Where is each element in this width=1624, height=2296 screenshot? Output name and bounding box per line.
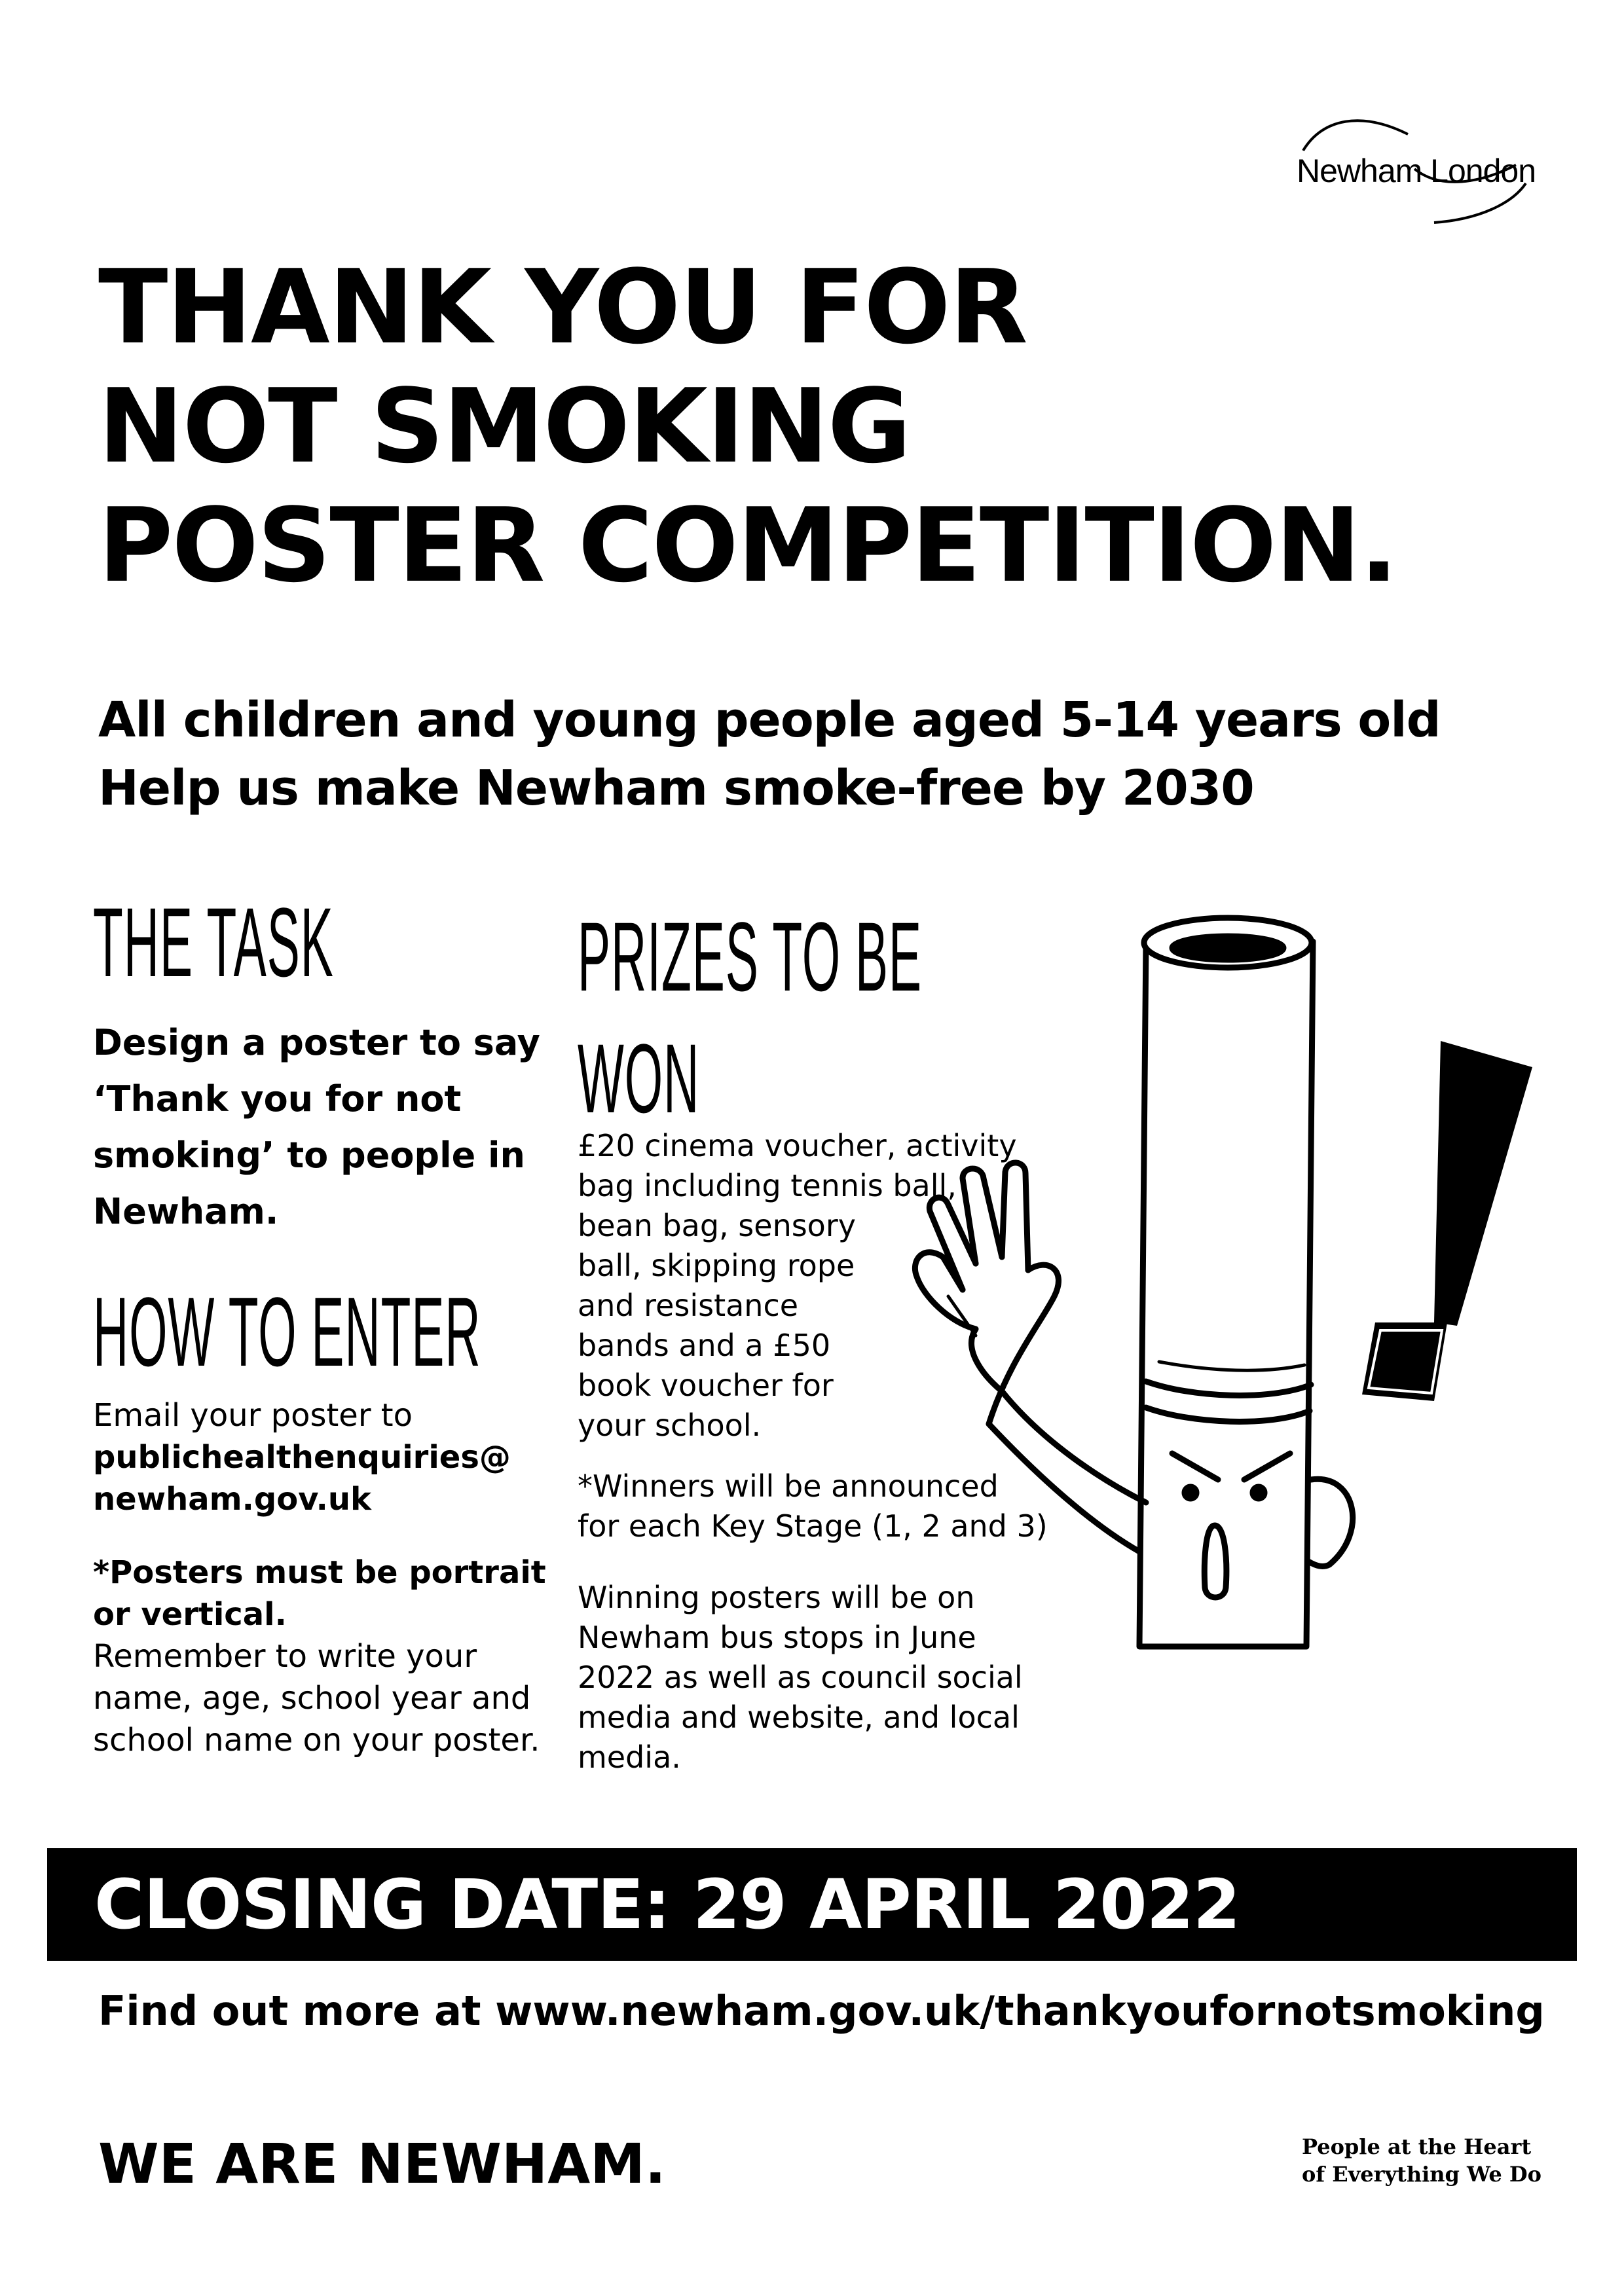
title-line: NOT SMOKING	[98, 367, 912, 486]
subtitle: All children and young people aged 5-14 …	[98, 686, 1441, 822]
how-to-enter-heading: HOW TO ENTER	[93, 1277, 481, 1387]
task-heading: THE TASK	[93, 887, 334, 997]
subtitle-line: All children and young people aged 5-14 …	[98, 692, 1441, 748]
tagline-line: People at the Heart	[1302, 2134, 1532, 2159]
entry-note: *Posters must be portrait or vertical. R…	[93, 1552, 551, 1761]
find-out-more-text: Find out more at www.newham.gov.uk/thank…	[98, 1987, 1545, 2035]
title-line: THANK YOU FOR	[98, 247, 1028, 367]
subtitle-line: Help us make Newham smoke-free by 2030	[98, 760, 1255, 816]
we-are-newham: WE ARE NEWHAM.	[98, 2132, 666, 2196]
exclamation-mark-icon	[1362, 1041, 1532, 1401]
closing-date-text: CLOSING DATE: 29 APRIL 2022	[94, 1865, 1240, 1944]
entry-note-bold: *Posters must be portrait or vertical.	[93, 1554, 546, 1633]
email-intro: Email your poster to	[93, 1397, 413, 1434]
tagline-line: of Everything We Do	[1302, 2162, 1541, 2187]
title-line: POSTER COMPETITION.	[98, 486, 1398, 605]
closing-date-banner: CLOSING DATE: 29 APRIL 2022	[47, 1848, 1577, 1961]
page-title: THANK YOU FOR NOT SMOKING POSTER COMPETI…	[98, 247, 1398, 605]
logo-text: Newham London	[1297, 153, 1536, 189]
email-address: publichealthenquiries@ newham.gov.uk	[93, 1439, 511, 1518]
cigarette-character-icon	[912, 915, 1532, 1650]
task-body: Design a poster to say ‘Thank you for no…	[93, 1022, 540, 1232]
tagline: People at the Heart of Everything We Do	[1302, 2133, 1541, 2188]
how-to-enter-body: Email your poster to publichealthenquiri…	[93, 1394, 551, 1520]
newham-logo: Newham London	[1283, 111, 1545, 229]
entry-note-text: Remember to write your name, age, school…	[93, 1638, 540, 1758]
